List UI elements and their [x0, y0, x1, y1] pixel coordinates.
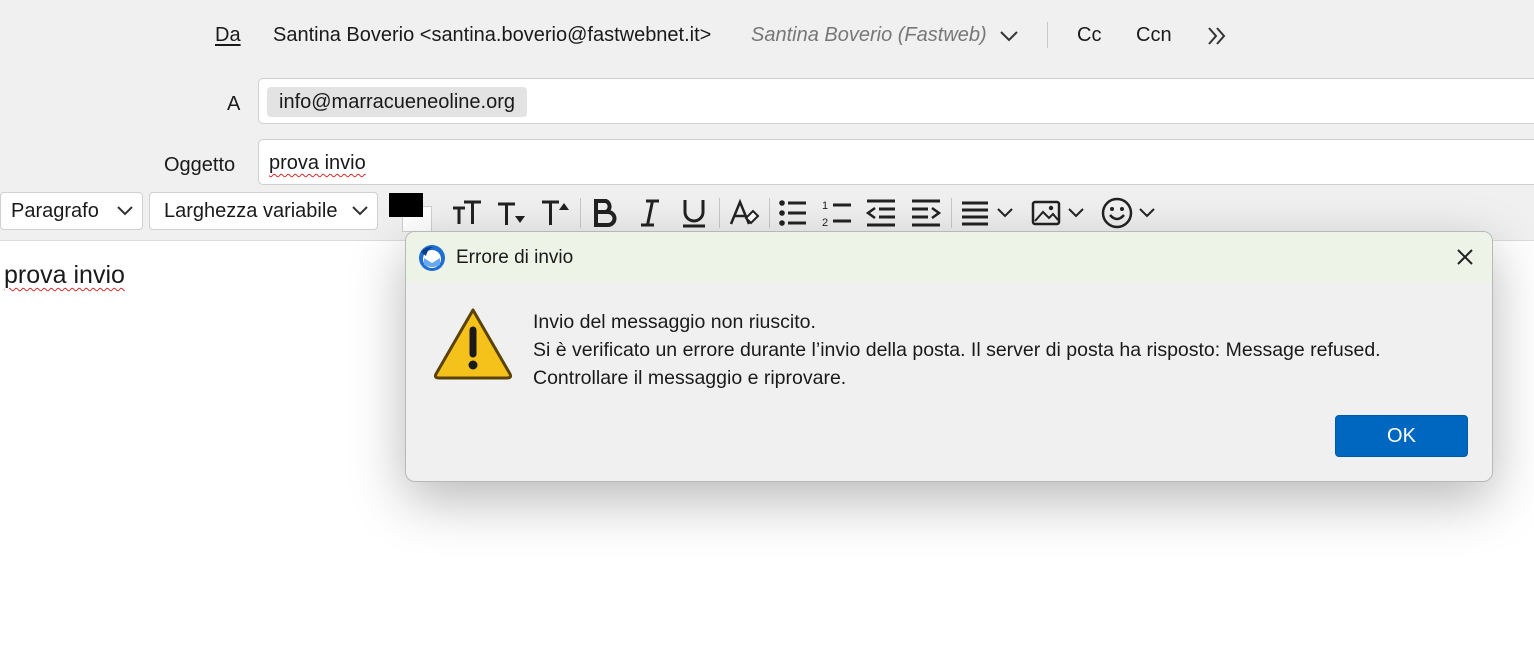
- ok-button[interactable]: OK: [1335, 415, 1468, 457]
- chevron-down-icon[interactable]: [998, 26, 1020, 46]
- to-label: A: [227, 93, 241, 115]
- underline-icon[interactable]: [677, 196, 711, 230]
- header-separator: [1047, 22, 1048, 48]
- send-error-dialog: Errore di invio Invio del messaggio non …: [405, 231, 1493, 482]
- subject-field[interactable]: prova invio: [258, 139, 1534, 185]
- text-color-button[interactable]: [389, 193, 423, 217]
- close-icon[interactable]: [1454, 246, 1476, 268]
- font-select-value: Larghezza variabile: [164, 200, 338, 222]
- italic-icon[interactable]: [633, 196, 667, 230]
- recipient-pill[interactable]: info@marracueneoline.org: [267, 87, 527, 117]
- double-chevron-right-icon[interactable]: [1205, 25, 1229, 47]
- to-field[interactable]: info@marracueneoline.org: [258, 78, 1534, 124]
- toolbar-separator: [951, 198, 952, 228]
- bold-icon[interactable]: [588, 196, 622, 230]
- dialog-title-bar: Errore di invio: [406, 232, 1492, 282]
- insert-image-icon[interactable]: [1030, 196, 1088, 230]
- subject-label: Oggetto: [164, 154, 236, 176]
- chevron-down-icon: [352, 206, 368, 216]
- svg-text:1: 1: [822, 200, 828, 212]
- toolbar-separator: [580, 198, 581, 228]
- chevron-down-icon: [117, 206, 133, 216]
- bullet-list-icon[interactable]: [776, 196, 810, 230]
- message-line: Controllare il messaggio e riprovare.: [533, 367, 847, 389]
- toolbar-separator: [769, 198, 770, 228]
- remove-format-icon[interactable]: [727, 196, 761, 230]
- font-select[interactable]: Larghezza variabile: [149, 192, 378, 230]
- increase-font-icon[interactable]: [539, 196, 573, 230]
- decrease-font-icon[interactable]: [495, 196, 529, 230]
- dialog-title: Errore di invio: [456, 247, 574, 268]
- paragraph-format-select[interactable]: Paragrafo: [0, 192, 143, 230]
- message-body-text: prova invio: [4, 261, 125, 289]
- from-identity-name: Santina Boverio (Fastweb): [751, 24, 987, 46]
- dialog-message: Invio del messaggio non riuscito. Si è v…: [533, 308, 1381, 392]
- bcc-button[interactable]: Ccn: [1136, 24, 1172, 47]
- from-label: Da: [215, 24, 241, 46]
- emoji-icon[interactable]: [1100, 196, 1160, 230]
- from-row: Da Santina Boverio <santina.boverio@fast…: [0, 0, 1534, 72]
- warning-icon: [433, 308, 513, 380]
- text-size-icon[interactable]: [450, 196, 484, 230]
- outdent-icon[interactable]: [864, 196, 898, 230]
- numbered-list-icon[interactable]: 12: [820, 196, 854, 230]
- svg-text:2: 2: [822, 217, 828, 229]
- from-address-select[interactable]: Santina Boverio <santina.boverio@fastweb…: [273, 24, 711, 47]
- paragraph-format-value: Paragrafo: [11, 200, 99, 222]
- cc-button[interactable]: Cc: [1077, 24, 1101, 47]
- subject-input[interactable]: prova invio: [269, 152, 366, 175]
- message-line: Si è verificato un errore durante l’invi…: [533, 339, 1381, 361]
- align-icon[interactable]: [959, 196, 1017, 230]
- message-line: Invio del messaggio non riuscito.: [533, 311, 816, 333]
- toolbar-separator: [719, 198, 720, 228]
- indent-icon[interactable]: [909, 196, 943, 230]
- thunderbird-icon: [419, 245, 445, 271]
